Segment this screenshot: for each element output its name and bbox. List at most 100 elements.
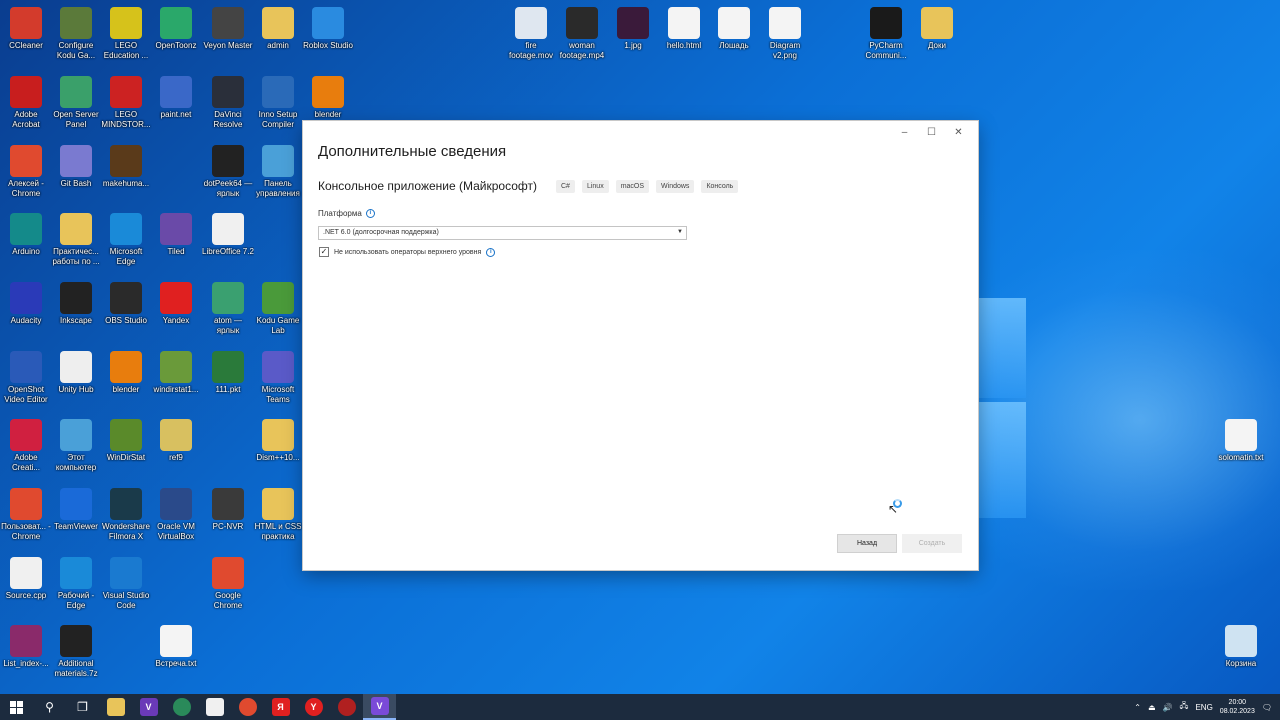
desktop-icon[interactable]: PyCharm Communi...	[860, 3, 912, 61]
desktop-icon[interactable]: Microsoft Edge	[100, 209, 152, 267]
desktop-icon[interactable]: blender	[100, 347, 152, 405]
desktop-icon[interactable]: dotPeek64 — ярлык	[202, 141, 254, 199]
desktop-icon[interactable]: Доки	[911, 3, 963, 61]
taskbar-app-2[interactable]	[330, 694, 363, 720]
desktop-icon[interactable]: Google Chrome	[202, 553, 254, 611]
desktop-icon[interactable]: hello.html	[658, 3, 710, 61]
desktop-icon[interactable]: DaVinci Resolve	[202, 72, 254, 130]
taskbar-visual-studio[interactable]: V	[132, 694, 165, 720]
desktop-icon[interactable]: Inkscape	[50, 278, 102, 336]
desktop-icon[interactable]: Алексей - Chrome	[0, 141, 52, 199]
notifications-icon[interactable]: 🗨	[1262, 703, 1272, 712]
desktop-icon[interactable]: fire footage.mov	[505, 3, 557, 61]
desktop-icon[interactable]: TeamViewer	[50, 484, 102, 542]
task-view-button[interactable]: ❐	[66, 694, 99, 720]
teams-icon	[262, 351, 294, 383]
desktop-icon[interactable]: Adobe Creati...	[0, 415, 52, 473]
desktop-icon[interactable]: atom — ярлык	[202, 278, 254, 336]
usb-icon[interactable]: ⏏	[1148, 703, 1156, 712]
desktop-icon[interactable]: makehuma...	[100, 141, 152, 199]
desktop-icon[interactable]: Audacity	[0, 278, 52, 336]
desktop-icon[interactable]: Рабочий - Edge	[50, 553, 102, 611]
clock[interactable]: 20:00 08.02.2023	[1220, 698, 1255, 716]
desktop-icon[interactable]: LEGO MINDSTOR...	[100, 72, 152, 130]
platform-select[interactable]: .NET 6.0 (долгосрочная поддержка) ▼	[318, 226, 687, 240]
desktop-icon[interactable]: Wondershare Filmora X	[100, 484, 152, 542]
taskbar-store[interactable]	[198, 694, 231, 720]
desktop-icon[interactable]: OpenToonz	[150, 3, 202, 61]
taskbar-yandex-browser[interactable]: Y	[297, 694, 330, 720]
desktop-icon[interactable]: Visual Studio Code	[100, 553, 152, 611]
desktop-icon[interactable]: PC-NVR	[202, 484, 254, 542]
desktop-icon[interactable]: Git Bash	[50, 141, 102, 199]
desktop-icon[interactable]: paint.net	[150, 72, 202, 130]
desktop-icon[interactable]: Configure Kodu Ga...	[50, 3, 102, 61]
desktop-icon[interactable]: Additional materials.7z	[50, 621, 102, 679]
close-button[interactable]: ✕	[945, 123, 972, 141]
taskbar-yandex[interactable]: Я	[264, 694, 297, 720]
desktop-icon[interactable]: Этот компьютер	[50, 415, 102, 473]
taskbar-app[interactable]	[165, 694, 198, 720]
search-button[interactable]: ⚲	[33, 694, 66, 720]
taskbar-visual-studio-active[interactable]: V	[363, 694, 396, 720]
desktop-icon[interactable]: ref9	[150, 415, 202, 473]
desktop-icon[interactable]: Пользоват... - Chrome	[0, 484, 52, 542]
desktop-icon[interactable]: woman footage.mp4	[556, 3, 608, 61]
desktop-icon[interactable]: solomatin.txt	[1215, 415, 1267, 473]
desktop-icon[interactable]: Панель управления	[252, 141, 304, 199]
desktop-icon[interactable]: Unity Hub	[50, 347, 102, 405]
network-icon[interactable]: 🖧	[1180, 700, 1189, 714]
volume-icon[interactable]: 🔊	[1163, 703, 1173, 712]
taskbar-explorer[interactable]	[99, 694, 132, 720]
desktop-icon[interactable]: Veyon Master	[202, 3, 254, 61]
desktop-icon[interactable]: OBS Studio	[100, 278, 152, 336]
desktop-icon[interactable]: 1.jpg	[607, 3, 659, 61]
wallpaper-pane	[978, 298, 1026, 398]
start-button[interactable]	[0, 694, 33, 720]
desktop-icon[interactable]: admin	[252, 3, 304, 61]
desktop-icon[interactable]: Source.cpp	[0, 553, 52, 611]
desktop-icon[interactable]: Microsoft Teams	[252, 347, 304, 405]
desktop-icon[interactable]: Arduino	[0, 209, 52, 267]
info-icon[interactable]: i	[365, 209, 375, 218]
desktop-icon[interactable]: Встреча.txt	[150, 621, 202, 679]
desktop-icon[interactable]: Yandex	[150, 278, 202, 336]
create-button[interactable]: Создать	[902, 534, 962, 553]
desktop-icon[interactable]: Roblox Studio	[302, 3, 354, 61]
tag-csharp: C#	[556, 180, 575, 193]
desktop-icon[interactable]: 111.pkt	[202, 347, 254, 405]
back-button[interactable]: Назад	[837, 534, 897, 553]
desktop-icon[interactable]: OpenShot Video Editor	[0, 347, 52, 405]
desktop-icon[interactable]: Практичес... работы по ...	[50, 209, 102, 267]
taskbar-chrome[interactable]	[231, 694, 264, 720]
chevron-up-icon[interactable]: ⌃	[1134, 703, 1141, 712]
desktop-icon[interactable]: Diagram v2.png	[759, 3, 811, 61]
desktop-icon[interactable]: LEGO Education ...	[100, 3, 152, 61]
desktop-icon[interactable]: Adobe Acrobat	[0, 72, 52, 130]
atom-icon	[212, 282, 244, 314]
lego-mindstorms-icon	[110, 76, 142, 108]
info-icon[interactable]: i	[486, 247, 496, 257]
desktop-icon[interactable]: windirstat1...	[150, 347, 202, 405]
top-level-statements-checkbox[interactable]: ✓	[319, 247, 329, 257]
desktop-icon[interactable]: Oracle VM VirtualBox	[150, 484, 202, 542]
desktop-icon[interactable]: Open Server Panel	[50, 72, 102, 130]
language-indicator[interactable]: ENG	[1195, 703, 1212, 712]
desktop-icon[interactable]: WinDirStat	[100, 415, 152, 473]
desktop-icon[interactable]: Лошадь	[708, 3, 760, 61]
text-file-icon	[1225, 419, 1257, 451]
desktop-icon[interactable]: Dism++10...	[252, 415, 304, 473]
desktop-icon[interactable]: Корзина	[1215, 621, 1267, 679]
chrome-icon	[10, 488, 42, 520]
maximize-button[interactable]: ☐	[918, 123, 945, 141]
desktop-icon[interactable]: HTML и CSS практика	[252, 484, 304, 542]
minimize-button[interactable]: –	[891, 123, 918, 141]
desktop-icon[interactable]: Kodu Game Lab	[252, 278, 304, 336]
desktop-icon[interactable]: CCleaner	[0, 3, 52, 61]
desktop-icon[interactable]: LibreOffice 7.2	[202, 209, 254, 267]
desktop-icon[interactable]: Inno Setup Compiler	[252, 72, 304, 130]
desktop-icon[interactable]: List_index-...	[0, 621, 52, 679]
desktop-icon-label: Oracle VM VirtualBox	[157, 522, 195, 541]
desktop-icon[interactable]: Tiled	[150, 209, 202, 267]
video-file-icon	[515, 7, 547, 39]
